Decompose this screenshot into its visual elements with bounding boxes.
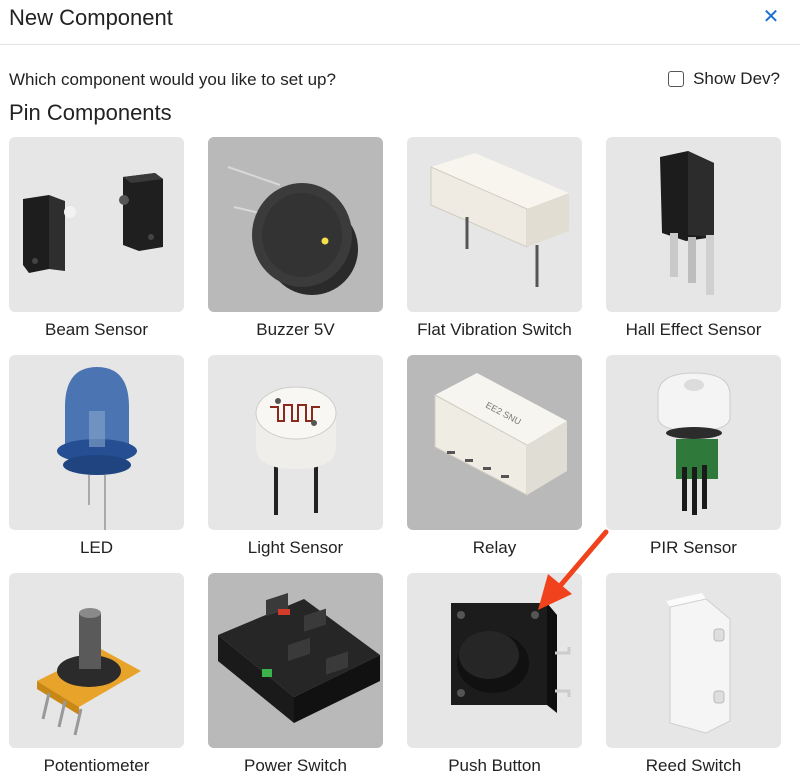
component-label: Reed Switch bbox=[645, 756, 742, 775]
show-dev-checkbox[interactable] bbox=[668, 71, 685, 87]
component-label: PIR Sensor bbox=[650, 538, 737, 557]
component-label: Potentiometer bbox=[43, 756, 150, 775]
component-label: Power Switch bbox=[244, 756, 347, 775]
vibration-switch-icon bbox=[407, 137, 582, 312]
component-card-led[interactable]: LED bbox=[9, 355, 184, 561]
close-icon[interactable]: ✕ bbox=[762, 6, 780, 28]
component-card-beam-sensor[interactable]: Beam Sensor bbox=[9, 137, 184, 343]
component-card-light-sensor[interactable]: Light Sensor bbox=[208, 355, 383, 561]
component-label: LED bbox=[79, 538, 114, 557]
component-label: Flat Vibration Switch bbox=[417, 320, 572, 339]
buzzer-icon bbox=[208, 137, 383, 312]
component-card-hall-effect-sensor[interactable]: Hall Effect Sensor bbox=[606, 137, 781, 343]
component-label: Hall Effect Sensor bbox=[625, 320, 762, 339]
show-dev-toggle[interactable]: Show Dev? bbox=[668, 69, 780, 89]
show-dev-label: Show Dev? bbox=[693, 69, 780, 88]
dialog-title: New Component bbox=[9, 5, 173, 30]
dialog-header: New Component ✕ bbox=[0, 0, 800, 45]
component-label: Light Sensor bbox=[247, 538, 344, 557]
pir-sensor-icon bbox=[606, 355, 781, 530]
component-label: Push Button bbox=[448, 756, 541, 775]
component-card-buzzer[interactable]: Buzzer 5V bbox=[208, 137, 383, 343]
setup-question: Which component would you like to set up… bbox=[9, 70, 336, 89]
push-button-icon bbox=[407, 573, 582, 748]
hall-effect-sensor-icon bbox=[606, 137, 781, 312]
relay-icon: EE2 SNU bbox=[407, 355, 582, 530]
component-label: Relay bbox=[472, 538, 517, 557]
component-label: Buzzer 5V bbox=[256, 320, 335, 339]
component-grid: Beam Sensor Buzzer 5V Flat Vibration Swi… bbox=[9, 137, 783, 779]
component-card-pir-sensor[interactable]: PIR Sensor bbox=[606, 355, 781, 561]
beam-sensor-icon bbox=[9, 137, 184, 312]
light-sensor-icon bbox=[208, 355, 383, 530]
component-card-relay[interactable]: EE2 SNU Relay bbox=[407, 355, 582, 561]
component-label: Beam Sensor bbox=[45, 320, 148, 339]
component-card-reed-switch[interactable]: Reed Switch bbox=[606, 573, 781, 779]
component-card-push-button[interactable]: Push Button bbox=[407, 573, 582, 779]
potentiometer-icon bbox=[9, 573, 184, 748]
component-card-power-switch[interactable]: Power Switch bbox=[208, 573, 383, 779]
component-card-flat-vibration-switch[interactable]: Flat Vibration Switch bbox=[407, 137, 582, 343]
reed-switch-icon bbox=[606, 573, 781, 748]
power-switch-icon bbox=[208, 573, 383, 748]
section-title: Pin Components bbox=[9, 100, 172, 125]
component-card-potentiometer[interactable]: Potentiometer bbox=[9, 573, 184, 779]
led-icon bbox=[9, 355, 184, 530]
